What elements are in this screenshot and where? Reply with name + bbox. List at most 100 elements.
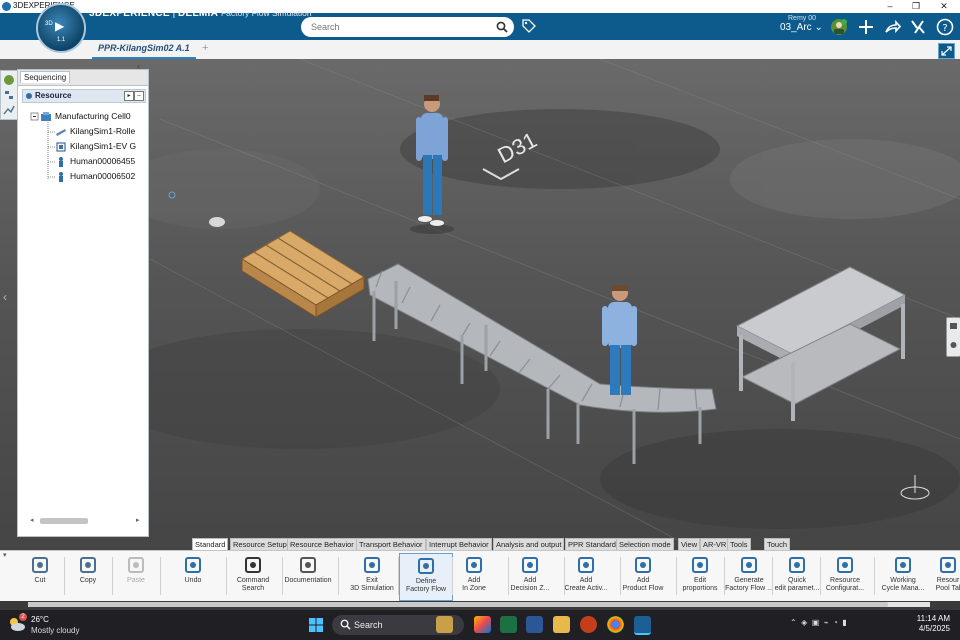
scroll-right-icon[interactable]: ▸ [136, 516, 140, 524]
avatar[interactable] [830, 18, 848, 36]
copilot-icon[interactable] [474, 616, 491, 633]
product-flow-icon [635, 557, 651, 573]
tree-item-human-2[interactable]: Human00006502 [55, 171, 135, 185]
left-edge-arrow-icon[interactable]: ‹ [3, 290, 7, 304]
exit-button[interactable]: Exit 3D Simulation [346, 553, 398, 599]
factory-flow-icon [418, 558, 434, 574]
clock-date: 4/5/2025 [918, 624, 950, 633]
action-label: Cut [34, 577, 46, 584]
activity-button[interactable]: Add Create Activ... [560, 553, 612, 599]
action-label: Resource [830, 577, 860, 584]
paste-button[interactable]: Paste [110, 553, 162, 599]
exit-icon [364, 557, 380, 573]
action-label: Configurat... [825, 585, 865, 592]
tree-item-human-1[interactable]: Human00006455 [55, 156, 135, 170]
user-menu[interactable]: Remy 00 03_Arc ⌄ [780, 15, 823, 33]
resource-config-icon [837, 557, 853, 573]
product-flow-button[interactable]: Add Product Flow [617, 553, 669, 599]
add-tab-button[interactable]: + [202, 42, 208, 54]
search-input[interactable] [301, 17, 514, 37]
excel-icon[interactable] [500, 616, 517, 633]
action-label: In Zone [462, 585, 486, 592]
command-search-icon [245, 557, 261, 573]
scrollbar-thumb[interactable] [40, 518, 88, 524]
human-icon [59, 156, 63, 167]
copy-button[interactable]: Copy [62, 553, 114, 599]
brand-title: 3DEXPERIENCE | DELMIA Factory Flow Simul… [89, 8, 312, 19]
action-label: Decision Z... [510, 585, 550, 592]
command-search-button[interactable]: Command Search [227, 553, 279, 599]
powerpoint-icon[interactable] [580, 616, 597, 633]
quick-edit-button[interactable]: Quick edit paramet... [771, 553, 823, 599]
action-bar-collapse-icon[interactable]: ▾ [3, 551, 7, 559]
workbench-table-model[interactable] [735, 266, 907, 421]
ppr-icon[interactable] [3, 74, 15, 86]
action-label: Edit [693, 577, 707, 584]
proportions-button[interactable]: Edit proportions [674, 553, 726, 599]
scissors-button[interactable]: Cut [14, 553, 66, 599]
file-explorer-icon[interactable] [553, 616, 570, 633]
apps-icon[interactable] [909, 18, 927, 36]
tab-ppr-kilangsim[interactable]: PPR-KilangSim02 A.1 [98, 43, 190, 53]
chrome-icon[interactable] [607, 616, 624, 633]
proportions-icon [692, 557, 708, 573]
brand-3dexperience: 3DEXPERIENCE [89, 8, 170, 19]
compass-button[interactable]: 3D ▶ 1.1 [36, 3, 86, 53]
action-label: Undo [184, 577, 202, 584]
tree-item-label: KilangSim1-EV G [70, 141, 137, 151]
temperature[interactable]: 26°C [31, 615, 49, 624]
zone-button[interactable]: Add In Zone [448, 553, 500, 599]
panel-horizontal-scrollbar[interactable]: ◂ ▸ [28, 516, 140, 525]
system-clock[interactable]: 11:14 AM 4/5/2025 [910, 614, 950, 634]
widgets-icon[interactable] [436, 616, 453, 633]
collapse-panel-icon[interactable]: ‹ [137, 61, 140, 71]
expand-icon[interactable] [938, 43, 955, 59]
action-label: Generate [734, 577, 764, 584]
decision-button[interactable]: Add Decision Z... [504, 553, 556, 599]
add-icon[interactable] [857, 18, 875, 36]
share-icon[interactable] [883, 18, 901, 36]
resource-config-button[interactable]: Resource Configurat... [819, 553, 871, 599]
minimize-button[interactable]: – [876, 0, 904, 13]
scroll-left-icon[interactable]: ◂ [30, 516, 34, 524]
action-label: proportions [682, 585, 718, 592]
system-tray[interactable]: ⌃ ◈ ▣ ⌁ ◔ ▮ [790, 618, 847, 627]
pallet-model[interactable] [241, 230, 365, 318]
tree-icon[interactable] [3, 89, 15, 101]
maximize-button[interactable]: ❐ [902, 0, 930, 13]
documentation-button[interactable]: Documentation [282, 553, 334, 599]
word-icon[interactable] [526, 616, 543, 633]
tag-icon[interactable] [522, 19, 536, 33]
compass-3d-label: 3D [45, 21, 53, 27]
collab-space: 03_Arc [780, 22, 812, 33]
generate-flow-button[interactable]: Generate Factory Flow ... [723, 553, 775, 599]
action-label: Add [467, 577, 481, 584]
action-label: Add [579, 577, 593, 584]
user-name: Remy 00 [788, 15, 817, 22]
scrollbar-thumb[interactable] [28, 602, 888, 607]
search-icon[interactable] [496, 21, 508, 33]
windows-start-icon[interactable] [309, 618, 323, 632]
weather-condition[interactable]: Mostly cloudy [31, 626, 79, 635]
action-label: Paste [127, 577, 145, 584]
graph-icon[interactable] [3, 104, 15, 116]
action-bar-scrollbar[interactable] [28, 602, 930, 607]
3dexperience-taskbar-icon[interactable] [634, 616, 651, 635]
tree-item-ev-generator[interactable]: KilangSim1-EV G [55, 141, 136, 155]
resource-pool-button[interactable]: Resour Pool Tal [922, 553, 960, 599]
action-label: Exit [366, 577, 378, 584]
tree-item-roller-conveyor[interactable]: KilangSim1-Rolle [55, 126, 135, 140]
paste-icon [128, 557, 144, 573]
tree-item-manufacturing-cell[interactable]: Manufacturing Cell0 [40, 111, 131, 125]
close-button[interactable]: ✕ [930, 0, 958, 13]
right-side-toolbar[interactable] [946, 317, 960, 357]
undo-button[interactable]: Undo [167, 553, 219, 599]
small-tool-model[interactable] [209, 217, 225, 227]
toolbar-separator [564, 557, 565, 595]
human-operator-2-model[interactable] [602, 285, 637, 395]
action-label: Resour [936, 577, 960, 584]
factory-flow-button[interactable]: Define Factory Flow [399, 553, 453, 601]
view-options-icon[interactable] [947, 318, 960, 356]
help-icon[interactable]: ? [936, 18, 954, 36]
sequencing-panel: Sequencing Resource ▸ – Manufacturing Ce… [17, 69, 149, 537]
